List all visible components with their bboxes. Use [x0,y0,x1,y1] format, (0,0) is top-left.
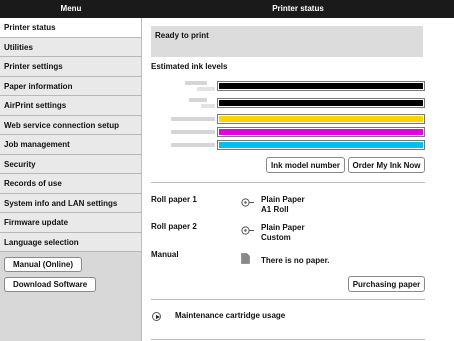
ink-row [151,81,425,91]
ink-fill [219,83,423,89]
manual-online-button[interactable]: Manual (Online) [4,257,82,272]
purchasing-paper-button[interactable]: Purchasing paper [348,276,425,292]
ink-name-placeholder [171,130,215,134]
divider [151,182,425,183]
roll-paper-1-label: Roll paper 1 [151,195,197,204]
ink-level-bar [217,140,425,150]
ink-level-bar [217,114,425,124]
ink-level-bar [217,98,425,108]
ink-fill [219,100,423,106]
roll-paper-1-type: Plain Paper [261,195,305,204]
ink-row [151,114,425,124]
ink-name-placeholder [185,81,207,85]
ink-fill [219,129,423,135]
top-bar: Menu Printer status [0,0,454,18]
ink-fill [219,116,423,122]
ink-level-bar [217,81,425,91]
menu-title: Menu [60,4,82,13]
ink-name-placeholder [197,87,215,91]
divider [151,339,425,340]
ink-name-placeholder [171,117,215,121]
ink-levels-title: Estimated ink levels [151,62,228,71]
sidebar-item-firmware-update[interactable]: Firmware update [0,213,141,233]
expand-play-icon[interactable] [152,312,161,321]
sidebar-item-records-of-use[interactable]: Records of use [0,174,141,194]
maintenance-cartridge-usage-label[interactable]: Maintenance cartridge usage [175,311,285,320]
roll-paper-icon [241,198,255,209]
ink-model-number-button[interactable]: Ink model number [266,157,345,173]
ink-row [151,140,425,150]
sidebar-item-web-service-setup[interactable]: Web service connection setup [0,115,141,135]
sidebar-item-language-selection[interactable]: Language selection [0,232,141,252]
roll-paper-2-size: Custom [261,233,291,242]
sidebar-item-security[interactable]: Security [0,154,141,174]
sidebar: Printer status Utilities Printer setting… [0,18,142,341]
ink-row [151,127,425,137]
roll-paper-2-label: Roll paper 2 [151,222,197,231]
sheet-paper-icon [241,253,250,266]
main-content: Ready to print Estimated ink levels Ink … [143,18,454,341]
status-text: Ready to print [155,31,209,40]
sidebar-item-airprint-settings[interactable]: AirPrint settings [0,96,141,116]
roll-paper-1-info: Plain Paper A1 Roll [261,195,305,215]
manual-paper-value: There is no paper. [261,256,330,265]
ink-row [151,98,425,108]
ink-name-placeholder [171,143,215,147]
roll-paper-2-info: Plain Paper Custom [261,223,305,243]
ink-name-placeholder [189,98,207,102]
sidebar-item-paper-information[interactable]: Paper information [0,76,141,96]
sidebar-item-printer-status[interactable]: Printer status [0,18,141,38]
order-my-ink-now-button[interactable]: Order My Ink Now [348,157,425,173]
roll-paper-2-type: Plain Paper [261,223,305,232]
roll-paper-icon [241,226,255,237]
divider [151,299,425,300]
download-software-button[interactable]: Download Software [4,277,97,292]
manual-paper-label: Manual [151,250,179,259]
status-box: Ready to print [151,26,423,57]
roll-paper-1-size: A1 Roll [261,205,289,214]
ink-fill [219,142,423,148]
sidebar-item-printer-settings[interactable]: Printer settings [0,57,141,77]
sidebar-item-system-info[interactable]: System info and LAN settings [0,193,141,213]
sidebar-item-utilities[interactable]: Utilities [0,37,141,57]
page-title: Printer status [272,4,324,13]
ink-level-bar [217,127,425,137]
ink-name-placeholder [201,104,215,108]
sidebar-item-job-management[interactable]: Job management [0,135,141,155]
